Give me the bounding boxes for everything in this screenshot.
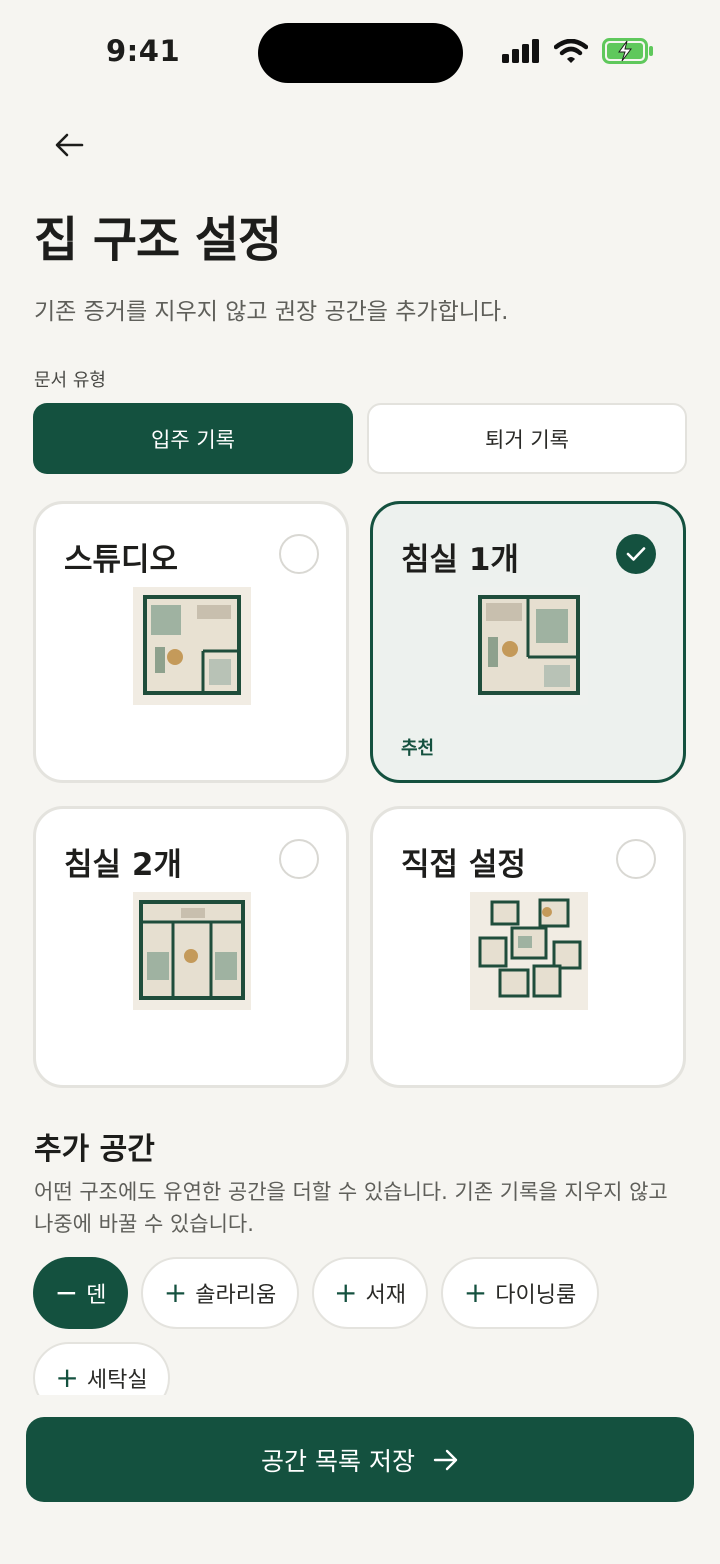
battery-charging-icon xyxy=(602,38,653,64)
radio-checked[interactable] xyxy=(616,534,656,574)
move-out-record-option[interactable]: 퇴거 기록 xyxy=(367,403,687,474)
save-button-label: 공간 목록 저장 xyxy=(261,1446,415,1476)
plus-icon: + xyxy=(334,1276,358,1309)
dynamic-island xyxy=(258,23,463,83)
status-time: 9:41 xyxy=(106,34,181,68)
move-in-record-option[interactable]: 입주 기록 xyxy=(33,403,353,474)
back-button[interactable] xyxy=(48,124,90,166)
checkmark-icon xyxy=(626,547,646,561)
chip-dining-room[interactable]: + 다이닝룸 xyxy=(441,1257,599,1329)
radio-unchecked[interactable] xyxy=(616,839,656,879)
layout-card-one-bedroom[interactable]: 침실 1개 추천 xyxy=(370,501,686,783)
one-bedroom-floor-plan-icon xyxy=(470,587,588,705)
layout-card-studio[interactable]: 스튜디오 xyxy=(33,501,349,783)
chip-study[interactable]: + 서재 xyxy=(312,1257,428,1329)
chip-label: 세탁실 xyxy=(86,1368,148,1393)
radio-unchecked[interactable] xyxy=(279,534,319,574)
chip-label: 덴 xyxy=(86,1283,107,1308)
arrow-left-icon xyxy=(55,133,84,157)
two-bedroom-floor-plan-icon xyxy=(133,892,251,1010)
save-space-list-button[interactable]: 공간 목록 저장 xyxy=(26,1417,694,1502)
cellular-signal-icon xyxy=(502,39,539,63)
radio-unchecked[interactable] xyxy=(279,839,319,879)
status-icons xyxy=(502,38,654,64)
minus-icon: − xyxy=(54,1276,79,1309)
arrow-right-icon xyxy=(433,1449,458,1470)
plus-icon: + xyxy=(55,1361,79,1394)
extra-spaces-description: 어떤 구조에도 유연한 공간을 더할 수 있습니다. 기존 기록을 지우지 않고… xyxy=(34,1180,668,1236)
chip-den[interactable]: − 덴 xyxy=(33,1257,128,1329)
chip-label: 서재 xyxy=(365,1283,406,1308)
studio-floor-plan-icon xyxy=(133,587,251,705)
document-type-label: 문서 유형 xyxy=(34,370,106,391)
plus-icon: + xyxy=(463,1276,488,1309)
layout-card-two-bedroom[interactable]: 침실 2개 xyxy=(33,806,349,1088)
recommended-badge: 추천 xyxy=(401,738,435,759)
chip-label: 다이닝룸 xyxy=(495,1283,577,1308)
layout-card-custom[interactable]: 직접 설정 xyxy=(370,806,686,1088)
plus-icon: + xyxy=(163,1276,188,1309)
wifi-icon xyxy=(554,39,588,63)
layout-card-title: 침실 2개 xyxy=(64,847,182,883)
custom-floor-plan-icon xyxy=(470,892,588,1010)
layout-card-title: 침실 1개 xyxy=(401,542,519,578)
page-subtitle: 기존 증거를 지우지 않고 권장 공간을 추가합니다. xyxy=(34,299,509,325)
extra-spaces-title: 추가 공간 xyxy=(34,1132,155,1167)
chip-label: 솔라리움 xyxy=(195,1283,277,1308)
layout-card-title: 스튜디오 xyxy=(64,542,179,578)
layout-card-title: 직접 설정 xyxy=(401,847,526,883)
page-title: 집 구조 설정 xyxy=(34,212,282,268)
chip-solarium[interactable]: + 솔라리움 xyxy=(141,1257,299,1329)
